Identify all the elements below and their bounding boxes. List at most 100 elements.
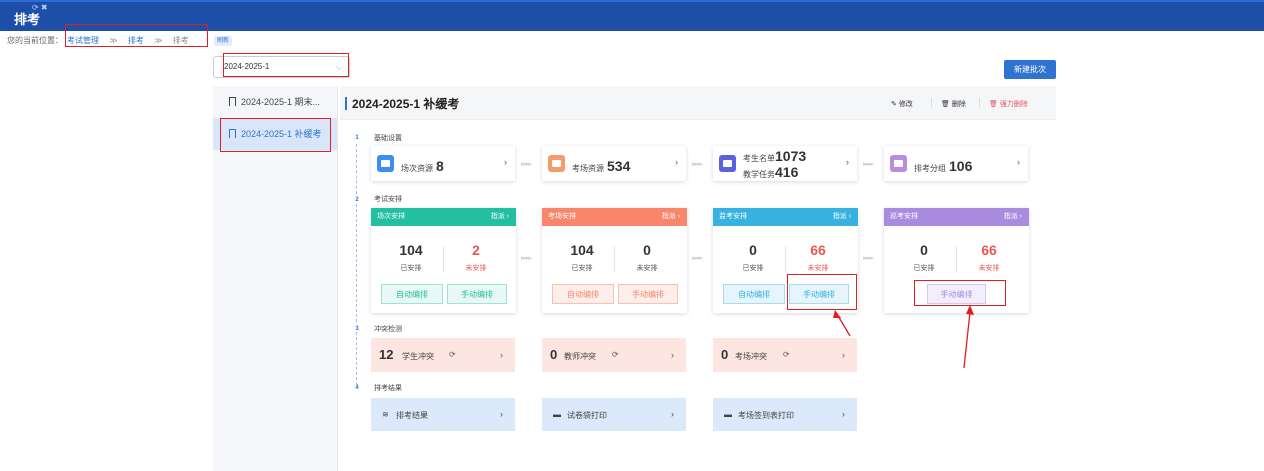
breadcrumb-item-arrange[interactable]: 排考 [128, 36, 144, 45]
manual-arrange-button[interactable]: 手动编排 [618, 284, 678, 304]
conflict-count: 0 [721, 347, 729, 362]
conflict-label: 教师冲突 [564, 352, 596, 361]
resource-name: 教学任务 [743, 170, 775, 179]
card-title: 考场安排 [548, 213, 576, 220]
refresh-icon[interactable]: ⟳ [612, 350, 619, 359]
step-number: 1 [355, 135, 359, 141]
chevron-right-icon: › [675, 157, 678, 167]
arranged-label: 已安排 [742, 265, 764, 272]
new-batch-button[interactable]: 新建批次 [1004, 60, 1056, 79]
section-arrange-result: 排考结果 [374, 385, 402, 392]
arranged-label: 已安排 [400, 265, 422, 272]
assign-link[interactable]: 指派 › [662, 208, 680, 226]
title-accent-bar [345, 97, 347, 110]
resource-label: 场次资源 8 [401, 158, 444, 174]
card-title: 场次安排 [377, 213, 405, 220]
resource-name: 考生名单 [743, 154, 775, 163]
resource-group[interactable]: 排考分组 106 › [884, 146, 1028, 181]
manual-arrange-button[interactable]: 手动编排 [447, 284, 507, 304]
divider [979, 98, 980, 108]
assign-link[interactable]: 指派 › [833, 208, 851, 226]
chevron-right-icon: › [1017, 157, 1020, 167]
flow-arrow-icon: ▸▸▸▸ [521, 255, 532, 262]
flow-arrow-icon: ▸▸▸▸ [863, 255, 874, 262]
resource-label: 考生名单1073 [743, 148, 806, 164]
breadcrumb-item-exam-management[interactable]: 考试管理 [67, 36, 99, 45]
conflict-count: 0 [550, 347, 558, 362]
arranged-count: 0 [749, 242, 757, 258]
refresh-icon[interactable]: ⟳ [783, 350, 790, 359]
divider [785, 246, 786, 272]
flow-arrow-icon: ▸▸▸▸ [692, 161, 703, 168]
ticket-icon [548, 155, 565, 172]
resource-student-list[interactable]: 考生名单1073 教学任务416 › [713, 146, 857, 181]
chevron-right-icon: › [842, 409, 845, 419]
result-signin-print[interactable]: ▬ 考场签到表打印 › [713, 398, 857, 431]
refresh-icon[interactable]: ⟳ [449, 350, 456, 359]
resource-session[interactable]: 场次资源 8 › [371, 146, 515, 181]
manual-arrange-button[interactable]: 手动编排 [927, 284, 986, 304]
breadcrumb-separator: ≫ [154, 36, 163, 45]
conflict-room[interactable]: 0 考场冲突 ⟳ › [713, 338, 857, 372]
conflict-student[interactable]: 12 学生冲突 ⟳ › [371, 338, 515, 372]
unarranged-label: 未安排 [807, 265, 829, 272]
layers-icon: ≋ [382, 410, 389, 419]
divider [443, 246, 444, 272]
refresh-button[interactable]: 刷新 [214, 36, 233, 46]
main-panel: 2024-2025-1 补缓考 ✎ 修改 🗑 删除 🗑 强力删除 1 2 3 4… [340, 86, 1056, 471]
unarranged-count: 66 [810, 242, 826, 258]
card-invigilation-arrange: 监考安排 指派 › 0 已安排 66 未安排 自动编排 手动编排 [713, 208, 858, 313]
printer-icon: ▬ [553, 410, 561, 419]
card-header: 监考安排 指派 › [713, 208, 858, 226]
sidebar-item-final-exam[interactable]: 2024-2025-1 期末... [213, 86, 337, 118]
sidebar-item-label: 2024-2025-1 期末... [241, 97, 321, 107]
resource-value: 534 [607, 158, 631, 174]
result-paper-bag-print[interactable]: ▬ 试卷袋打印 › [542, 398, 686, 431]
step-connector [356, 332, 357, 385]
assign-link[interactable]: 指派 › [491, 208, 509, 226]
resource-label: 排考分组 106 [914, 158, 972, 174]
conflict-teacher[interactable]: 0 教师冲突 ⟳ › [542, 338, 686, 372]
conflict-label: 考场冲突 [735, 352, 767, 361]
sidebar-item-makeup-exam[interactable]: 2024-2025-1 补缓考 [213, 118, 337, 150]
batch-select[interactable]: 2024-2025-1 ⌵ [213, 56, 350, 78]
unarranged-label: 未安排 [636, 265, 658, 272]
breadcrumb-separator: ≫ [109, 36, 118, 45]
manual-arrange-button[interactable]: 手动编排 [789, 284, 849, 304]
resource-value: 106 [949, 158, 973, 174]
auto-arrange-button[interactable]: 自动编排 [723, 284, 785, 304]
auto-arrange-button[interactable]: 自动编排 [552, 284, 614, 304]
arranged-count: 104 [570, 242, 594, 258]
assign-link[interactable]: 指派 › [1004, 208, 1022, 226]
unarranged-count: 66 [981, 242, 997, 258]
resource-name: 考场资源 [572, 164, 604, 173]
page-title: 2024-2025-1 补缓考 [352, 97, 460, 111]
unarranged-label: 未安排 [465, 265, 487, 272]
divider [614, 246, 615, 272]
divider [931, 98, 932, 108]
pencil-icon: ✎ [891, 101, 899, 108]
auto-arrange-button[interactable]: 自动编排 [381, 284, 443, 304]
card-patrol-arrange: 巡考安排 指派 › 0 已安排 66 未安排 手动编排 [884, 208, 1029, 313]
section-conflict-check: 冲突检测 [374, 326, 402, 333]
arranged-label: 已安排 [571, 265, 593, 272]
chevron-right-icon: › [500, 409, 503, 419]
force-delete-button[interactable]: 🗑 强力删除 [989, 99, 1028, 109]
result-label: 排考结果 [396, 411, 428, 420]
flow-arrow-icon: ▸▸▸▸ [521, 161, 532, 168]
section-basic-settings: 基础设置 [374, 135, 402, 142]
resource-room[interactable]: 考场资源 534 › [542, 146, 686, 181]
chevron-right-icon: › [842, 350, 845, 360]
conflict-count: 12 [379, 347, 394, 362]
result-arrange[interactable]: ≋ 排考结果 › [371, 398, 515, 431]
edit-button[interactable]: ✎ 修改 [891, 99, 913, 109]
breadcrumb-prefix: 您的当前位置： [7, 36, 63, 45]
bookmark-icon [229, 129, 236, 138]
resource-name: 场次资源 [401, 164, 433, 173]
section-exam-arrangement: 考试安排 [374, 196, 402, 203]
resource-value: 8 [436, 158, 444, 174]
card-header: 巡考安排 指派 › [884, 208, 1029, 226]
delete-button[interactable]: 🗑 删除 [941, 99, 966, 109]
resource-label: 教学任务416 [743, 164, 798, 180]
chevron-right-icon: › [846, 157, 849, 167]
